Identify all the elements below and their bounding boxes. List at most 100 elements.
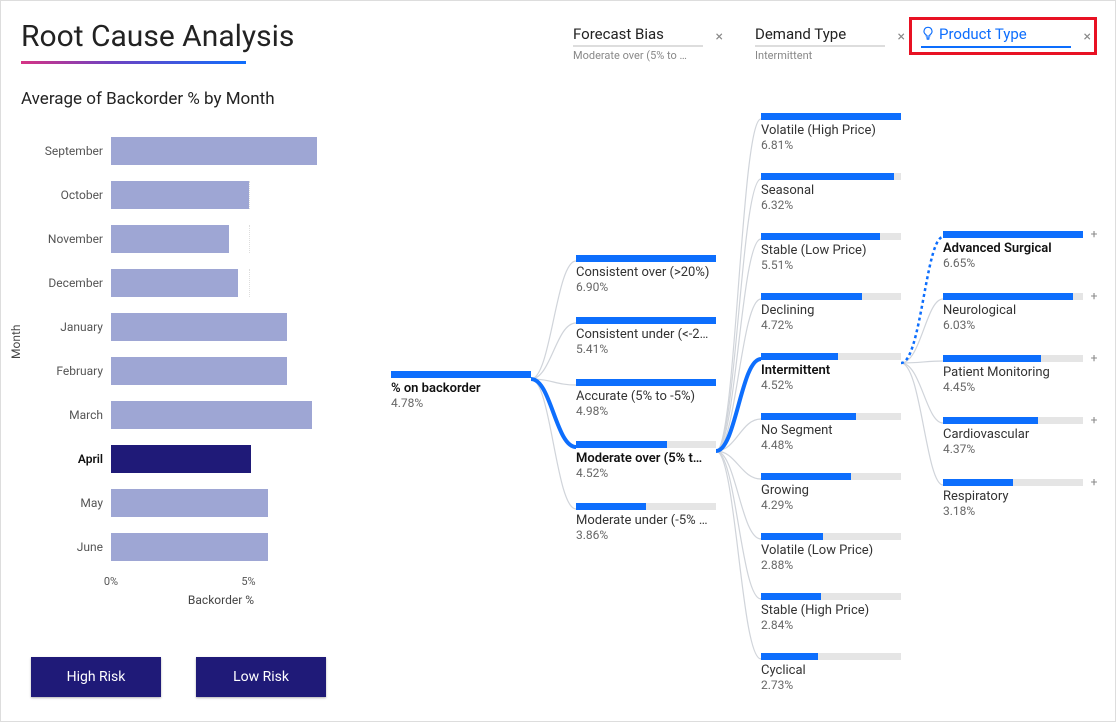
x-tick: 5% — [241, 575, 255, 588]
bar-category-label: February — [21, 364, 111, 378]
bar-category-label: April — [21, 452, 111, 466]
tree-node[interactable]: Respiratory3.18%+ — [943, 479, 1083, 518]
node-value: 4.45% — [943, 380, 1083, 394]
node-value: 4.29% — [761, 498, 901, 512]
tree-node[interactable]: Intermittent4.52% — [761, 353, 901, 392]
lightbulb-icon — [921, 26, 935, 44]
node-label: Stable (Low Price) — [761, 244, 901, 258]
x-tick: 0% — [104, 575, 118, 588]
node-label: Respiratory — [943, 490, 1083, 504]
close-icon[interactable]: × — [1084, 29, 1091, 45]
bar-row[interactable]: May — [21, 481, 331, 525]
node-value: 3.18% — [943, 504, 1083, 518]
node-value: 4.98% — [576, 404, 716, 418]
expand-icon[interactable]: + — [1087, 351, 1101, 365]
tree-node[interactable]: Declining4.72% — [761, 293, 901, 332]
tree-node[interactable]: Growing4.29% — [761, 473, 901, 512]
expand-icon[interactable]: + — [1087, 289, 1101, 303]
node-label: Advanced Surgical — [943, 242, 1083, 256]
y-axis-label: Month — [9, 325, 23, 359]
node-value: 4.37% — [943, 442, 1083, 456]
node-label: Volatile (Low Price) — [761, 544, 901, 558]
filter-title: Forecast Bias — [573, 25, 723, 43]
tree-node[interactable]: Accurate (5% to -5%)4.98% — [576, 379, 716, 418]
expand-icon[interactable]: + — [1087, 475, 1101, 489]
node-value: 4.72% — [761, 318, 901, 332]
node-label: Intermittent — [761, 364, 901, 378]
filter-value: Intermittent — [755, 49, 905, 62]
node-label: Growing — [761, 484, 901, 498]
bar-category-label: November — [21, 232, 111, 246]
filter-title: Demand Type — [755, 25, 905, 43]
node-label: Declining — [761, 304, 901, 318]
filter-title: Product Type — [921, 25, 1091, 44]
node-label: Accurate (5% to -5%) — [576, 390, 716, 404]
node-label: Patient Monitoring — [943, 366, 1083, 380]
node-value: 5.51% — [761, 258, 901, 272]
filter-value: Moderate over (5% to … — [573, 49, 723, 62]
node-label: Seasonal — [761, 184, 901, 198]
tree-node[interactable]: Cardiovascular4.37%+ — [943, 417, 1083, 456]
node-value: 2.73% — [761, 678, 901, 692]
tree-node[interactable]: Advanced Surgical6.65%+ — [943, 231, 1083, 270]
node-value: 4.78% — [391, 396, 531, 410]
tree-node[interactable]: Stable (Low Price)5.51% — [761, 233, 901, 272]
bar-row[interactable]: September — [21, 129, 331, 173]
bar-row[interactable]: June — [21, 525, 331, 569]
bar-row[interactable]: March — [21, 393, 331, 437]
low-risk-button[interactable]: Low Risk — [196, 657, 326, 697]
filter-product-type[interactable]: Product Type × — [921, 25, 1091, 65]
node-value: 6.65% — [943, 256, 1083, 270]
bar-row[interactable]: October — [21, 173, 331, 217]
node-label: Neurological — [943, 304, 1083, 318]
bar-category-label: October — [21, 188, 111, 202]
tree-node[interactable]: Neurological6.03%+ — [943, 293, 1083, 332]
close-icon[interactable]: × — [898, 29, 905, 45]
close-icon[interactable]: × — [716, 29, 723, 45]
bar-category-label: January — [21, 320, 111, 334]
bar-category-label: March — [21, 408, 111, 422]
node-label: Volatile (High Price) — [761, 124, 901, 138]
tree-node[interactable]: Moderate under (-5% …3.86% — [576, 503, 716, 542]
expand-icon[interactable]: + — [1087, 227, 1101, 241]
tree-node[interactable]: Consistent over (>20%)6.90% — [576, 255, 716, 294]
node-value: 6.03% — [943, 318, 1083, 332]
node-value: 4.52% — [576, 466, 716, 480]
bar-category-label: May — [21, 496, 111, 510]
tree-node[interactable]: Volatile (High Price)6.81% — [761, 113, 901, 152]
filter-forecast-bias[interactable]: Forecast Bias Moderate over (5% to … × — [573, 25, 723, 65]
high-risk-button[interactable]: High Risk — [31, 657, 161, 697]
node-value: 2.84% — [761, 618, 901, 632]
node-value: 6.90% — [576, 280, 716, 294]
node-value: 6.81% — [761, 138, 901, 152]
node-label: Moderate under (-5% … — [576, 514, 716, 528]
bar-row[interactable]: January — [21, 305, 331, 349]
bar-row[interactable]: November — [21, 217, 331, 261]
tree-node[interactable]: Moderate over (5% t…4.52% — [576, 441, 716, 480]
filter-demand-type[interactable]: Demand Type Intermittent × — [755, 25, 905, 65]
bar-category-label: September — [21, 144, 111, 158]
node-value: 2.88% — [761, 558, 901, 572]
tree-node[interactable]: Patient Monitoring4.45%+ — [943, 355, 1083, 394]
bar-row[interactable]: December — [21, 261, 331, 305]
month-bar-chart[interactable]: Month SeptemberOctoberNovemberDecemberJa… — [21, 129, 331, 607]
x-axis-label: Backorder % — [111, 593, 331, 607]
node-label: Consistent over (>20%) — [576, 266, 716, 280]
tree-node[interactable]: No Segment4.48% — [761, 413, 901, 452]
tree-node[interactable]: Seasonal6.32% — [761, 173, 901, 212]
bar-row[interactable]: February — [21, 349, 331, 393]
bar-row[interactable]: April — [21, 437, 331, 481]
tree-node[interactable]: Stable (High Price)2.84% — [761, 593, 901, 632]
tree-root[interactable]: % on backorder 4.78% — [391, 371, 531, 410]
node-label: Moderate over (5% t… — [576, 452, 716, 466]
expand-icon[interactable]: + — [1087, 413, 1101, 427]
tree-node[interactable]: Volatile (Low Price)2.88% — [761, 533, 901, 572]
bar-category-label: June — [21, 540, 111, 554]
node-value: 5.41% — [576, 342, 716, 356]
node-value: 4.48% — [761, 438, 901, 452]
tree-node[interactable]: Cyclical2.73% — [761, 653, 901, 692]
tree-node[interactable]: Consistent under (<-2…5.41% — [576, 317, 716, 356]
bar-category-label: December — [21, 276, 111, 290]
node-label: No Segment — [761, 424, 901, 438]
node-label: Cyclical — [761, 664, 901, 678]
